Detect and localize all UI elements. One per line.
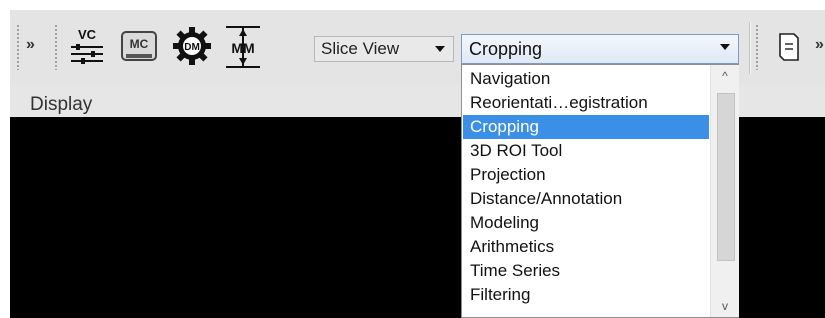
toolbar-grip[interactable]: [755, 24, 759, 70]
visual-controls-sliders-icon: VC: [71, 27, 103, 64]
gear-icon: DM: [173, 27, 211, 65]
mm-button[interactable]: MM: [222, 24, 264, 70]
vc-icon-text: VC: [78, 27, 97, 42]
dropdown-option-3d-roi-tool[interactable]: 3D ROI Tool: [463, 139, 709, 163]
chevron-down-icon: [435, 46, 445, 52]
module-select-value: Cropping: [469, 39, 543, 59]
document-icon: [779, 33, 799, 61]
module-dropdown-list: Navigation Reorientati…egistration Cropp…: [461, 64, 739, 318]
slice-view-label: Slice View: [321, 39, 400, 58]
toolbar-grip[interactable]: [54, 24, 58, 70]
mm-icon-text: MM: [231, 40, 254, 56]
dropdown-option-cropping[interactable]: Cropping: [463, 115, 709, 139]
dropdown-option-modeling[interactable]: Modeling: [463, 211, 709, 235]
app-window: » VC MC DM MM Slice View Cropping » Disp…: [10, 10, 825, 318]
toolbar-overflow-left-button[interactable]: »: [26, 34, 44, 56]
mc-button[interactable]: MC: [118, 26, 160, 68]
vc-button[interactable]: VC: [66, 26, 108, 68]
module-select[interactable]: Cropping: [461, 34, 739, 64]
toolbar-separator: [749, 22, 750, 74]
dropdown-option-projection[interactable]: Projection: [463, 163, 709, 187]
toolbar-grip[interactable]: [16, 24, 20, 70]
dropdown-option-reorientation-registration[interactable]: Reorientati…egistration: [463, 91, 709, 115]
memory-card-icon: MC: [121, 31, 157, 61]
dropdown-option-distance-annotation[interactable]: Distance/Annotation: [463, 187, 709, 211]
scroll-up-arrow-icon[interactable]: ^: [711, 65, 739, 87]
chevron-down-icon: [720, 44, 730, 50]
dropdown-option-arithmetics[interactable]: Arithmetics: [463, 235, 709, 259]
dropdown-option-time-series[interactable]: Time Series: [463, 259, 709, 283]
scrollbar-thumb[interactable]: [717, 93, 735, 261]
dropdown-option-navigation[interactable]: Navigation: [463, 67, 709, 91]
dropdown-scrollbar[interactable]: ^ v: [710, 65, 739, 317]
measure-icon: MM: [226, 26, 260, 68]
scroll-down-arrow-icon[interactable]: v: [711, 295, 739, 317]
toolbar-overflow-right-button[interactable]: »: [815, 34, 825, 56]
far-right-button[interactable]: [774, 30, 804, 64]
dropdown-option-filtering[interactable]: Filtering: [463, 283, 709, 307]
display-label: Display: [30, 94, 93, 115]
dm-button[interactable]: DM: [170, 24, 214, 68]
slice-view-dropdown[interactable]: Slice View: [314, 36, 454, 62]
mc-icon-text: MC: [130, 37, 149, 51]
dm-icon-text: DM: [184, 42, 200, 53]
